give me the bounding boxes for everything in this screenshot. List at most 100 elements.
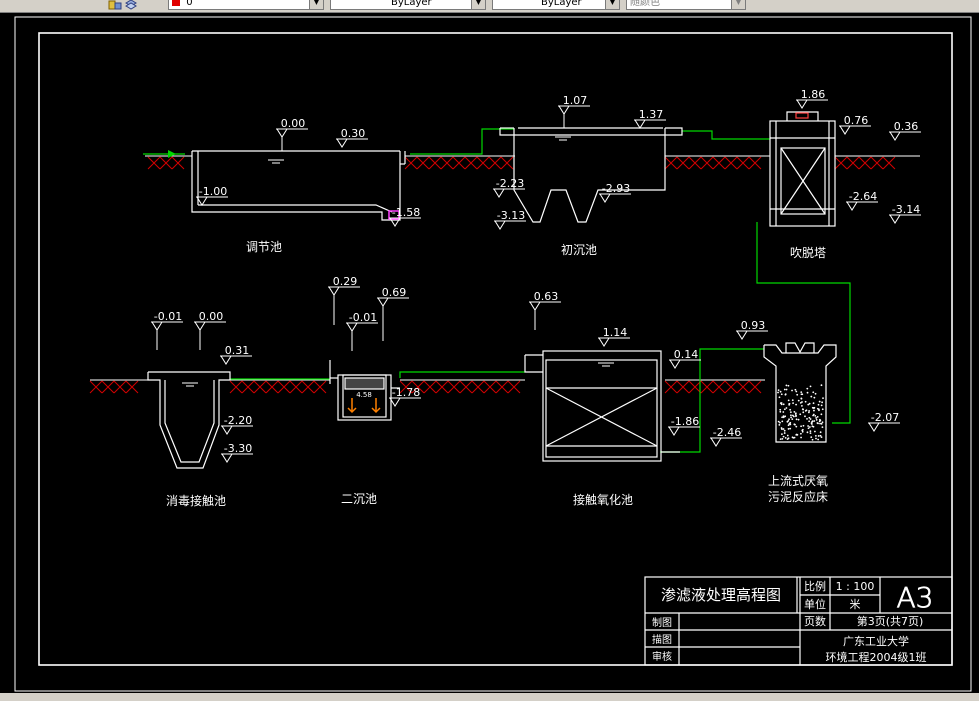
sludge-dot (806, 431, 809, 434)
sludge-dot (811, 420, 814, 423)
sludge-dot (810, 436, 813, 439)
sludge-dot (790, 414, 792, 417)
sludge-dot (792, 415, 795, 418)
elevation-value: -1.58 (392, 206, 420, 219)
sludge-dot (795, 403, 798, 406)
sludge-dot (813, 406, 816, 409)
chevron-down-icon[interactable]: ▼ (605, 0, 619, 9)
elevation-value: -1.78 (392, 386, 420, 399)
sludge-dot (800, 393, 803, 396)
sludge-dot (812, 391, 815, 394)
sludge-dot (800, 425, 803, 428)
layers-stack-icon[interactable] (124, 0, 138, 10)
elevation-value: 0.30 (341, 127, 366, 140)
sludge-dot (782, 435, 785, 438)
layer-state-icon[interactable] (108, 0, 122, 10)
elevation-value: 0.29 (333, 275, 358, 288)
row-zhitu: 制图 (652, 616, 672, 629)
sludge-dot (777, 391, 779, 394)
lineweight-dropdown[interactable]: ByLayer ▼ (492, 0, 620, 10)
chuchen-label: 初沉池 (561, 243, 597, 257)
sludge-dot (820, 422, 823, 425)
sludge-dot (785, 407, 788, 409)
lineweight-dropdown-value: ByLayer (541, 0, 582, 8)
sludge-dot (791, 436, 794, 439)
tiaojie-label: 调节池 (246, 240, 282, 254)
sludge-dot (784, 436, 787, 439)
elevation-value: -1.86 (671, 415, 699, 428)
sludge-dot (813, 420, 816, 422)
sludge-dot (787, 399, 790, 402)
linetype-dropdown[interactable]: ByLayer ▼ (330, 0, 486, 10)
sludge-dot (786, 420, 789, 423)
sludge-dot (780, 402, 783, 404)
row-shenhe: 审核 (652, 650, 672, 663)
sludge-dot (818, 400, 821, 403)
sludge-dot (779, 408, 782, 411)
sludge-dot (797, 418, 800, 421)
chevron-down-icon[interactable]: ▼ (731, 0, 745, 9)
org-line2: 环境工程2004级1班 (826, 650, 927, 664)
erchen-inner-note: 4.58 (356, 391, 372, 399)
chevron-down-icon[interactable]: ▼ (471, 0, 485, 9)
sludge-dot (783, 408, 786, 411)
sludge-dot (789, 411, 792, 414)
page-label: 页数 (804, 615, 826, 628)
elevation-value: 0.31 (225, 344, 250, 357)
layer-dropdown[interactable]: 0 ▼ (168, 0, 324, 10)
sludge-dot (784, 415, 787, 418)
sludge-dot (806, 417, 808, 420)
sludge-dot (791, 418, 794, 421)
sludge-dot (819, 422, 821, 425)
sludge-dot (783, 432, 786, 434)
elevation-value: 0.76 (844, 114, 869, 127)
sludge-dot (793, 423, 796, 426)
sludge-dot (786, 434, 789, 437)
elevation-value: -1.00 (199, 185, 227, 198)
sludge-dot (795, 415, 797, 418)
sludge-dot (809, 430, 812, 433)
sludge-dot (788, 422, 791, 425)
sludge-dot (816, 407, 819, 410)
sludge-dot (800, 436, 802, 439)
sludge-dot (788, 403, 791, 406)
linetype-dropdown-value: ByLayer (391, 0, 432, 8)
sludge-dot (787, 428, 790, 430)
sludge-dot (817, 403, 820, 406)
sludge-dot (790, 416, 792, 419)
sludge-dot (811, 425, 814, 428)
sludge-dot (781, 437, 784, 440)
chevron-down-icon[interactable]: ▼ (309, 0, 323, 9)
sheet-size: A3 (897, 581, 934, 614)
elevation-value: 0.69 (382, 286, 407, 299)
xiaodu-label: 消毒接触池 (166, 493, 226, 508)
sludge-dot (782, 403, 785, 406)
sludge-dot (817, 438, 820, 441)
sludge-dot (804, 400, 807, 403)
sludge-dot (812, 413, 815, 416)
unit-label: 单位 (804, 597, 826, 611)
sludge-dot (819, 434, 822, 437)
sludge-dot (820, 404, 823, 407)
sludge-dot (802, 424, 805, 427)
elevation-value: -3.30 (224, 442, 252, 455)
sludge-dot (821, 421, 824, 424)
plotstyle-dropdown[interactable]: 随颜色 ▼ (626, 0, 746, 10)
sludge-dot (800, 391, 803, 394)
layer-dropdown-value: 0 (186, 0, 193, 8)
sludge-dot (783, 429, 786, 432)
sludge-dot (822, 397, 824, 400)
sludge-dot (796, 393, 799, 396)
elevation-value: -0.01 (154, 310, 182, 323)
elevation-value: 1.14 (603, 326, 628, 339)
drawing-canvas[interactable]: 4.58 0.00 0.30 -1.00 -1.58 1.07 1.37 -2.23 -2.9… (0, 13, 979, 693)
sludge-dot (799, 432, 802, 435)
layer-color-swatch (172, 0, 180, 6)
sludge-dot (785, 388, 788, 391)
uasb-label-line1: 上流式厌氧 (768, 474, 828, 488)
sludge-dot (808, 426, 811, 428)
sludge-dot (787, 384, 790, 387)
sludge-dot (821, 401, 824, 404)
sludge-dot (806, 391, 809, 394)
page-value: 第3页(共7页) (857, 614, 924, 628)
